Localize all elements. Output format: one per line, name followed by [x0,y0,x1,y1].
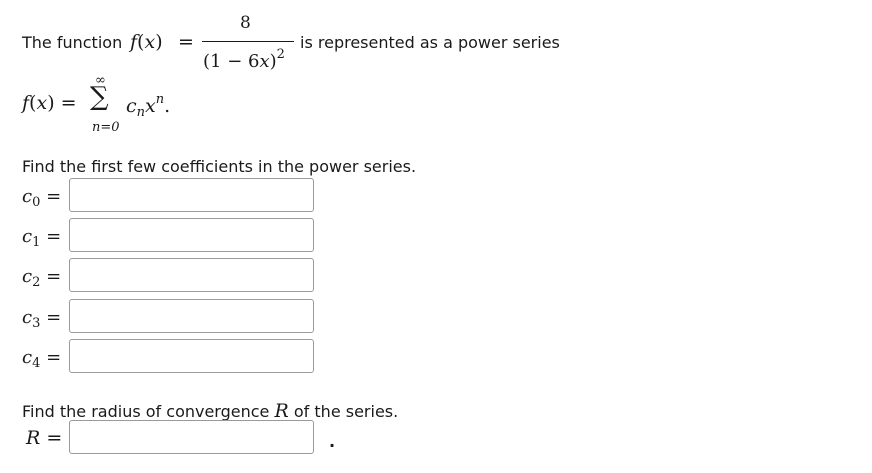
coefficient-input-c4[interactable] [69,339,314,373]
func-var: x [144,31,156,53]
radius-symbol: R [274,400,289,422]
coefficient-input-c1[interactable] [69,218,314,252]
func-symbol: f [130,31,138,53]
coefficient-label-c4: c4 = [22,347,62,371]
sigma-lower-limit: n=0 [92,120,120,135]
radius-prompt-suffix: of the series. [293,402,399,421]
intro-suffix: is represented as a power series [300,33,560,52]
term-c-subscript: n [136,105,146,120]
series-term: cnxn. [126,92,170,120]
term-x: x [145,95,156,117]
series-lhs: f(x) = [22,92,77,114]
term-x-exponent: n [155,92,165,107]
denominator-close: ) [269,51,277,72]
coefficient-label-c3: c3 = [22,307,62,331]
coefficient-label-c2: c2 = [22,266,62,290]
intro-equals: = [178,31,194,53]
term-period: . [164,95,171,117]
sigma-symbol: ∑ [90,82,109,112]
radius-prompt: Find the radius of convergence R of the … [22,400,398,422]
radius-prompt-text: Find the radius of convergence [22,402,270,421]
coefficient-label-c0: c0 = [22,186,62,210]
coefficient-input-c3[interactable] [69,299,314,333]
denominator-var: x [259,51,270,72]
radius-input[interactable] [69,420,314,454]
radius-label: R = [26,427,63,449]
intro-prefix: The function [22,33,123,52]
fraction-numerator: 8 [240,13,251,33]
coefficient-input-c0[interactable] [69,178,314,212]
intro-function-name: f(x) [130,31,163,53]
denominator-base: (1 − 6 [203,51,260,72]
fraction-bar [202,41,294,42]
coefficient-input-c2[interactable] [69,258,314,292]
term-c: c [126,95,137,117]
coefficients-prompt: Find the first few coefficients in the p… [22,157,417,176]
denominator-exponent: 2 [276,47,285,62]
fraction-denominator: (1 − 6x)2 [203,47,285,72]
coefficient-label-c1: c1 = [22,226,62,250]
radius-period: . [329,432,336,451]
